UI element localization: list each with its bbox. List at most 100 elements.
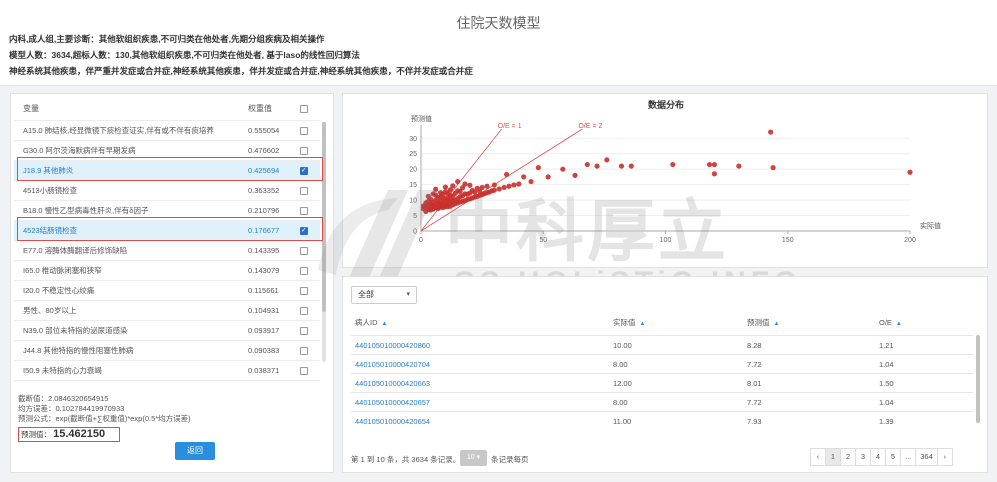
scatter-point: [736, 163, 742, 169]
scatter-point: [496, 186, 502, 192]
page-button[interactable]: 5: [885, 448, 901, 466]
chevron-down-icon: ▾: [406, 291, 410, 298]
predicted-value: 7.93: [747, 417, 762, 426]
table-row: 440105010000420663 12.00 8.01 1.50: [351, 373, 973, 392]
variable-name: E77.0 溶酶体酶翻译后修饰缺陷: [23, 246, 128, 255]
variable-checkbox[interactable]: [300, 127, 308, 135]
variable-panel: 变量 权重值 A15.0 肺结核,经显微镜下痰检查证实,伴有或不伴有痰培养 0.5…: [10, 93, 334, 473]
variable-name: I50.9 未特指的心力衰竭: [23, 366, 102, 375]
variable-row[interactable]: J44.8 其他特指的慢性阻塞性肺病 0.090383: [14, 340, 320, 360]
prediction-box: 预测值： 15.462150: [18, 427, 120, 442]
scatter-point: [711, 161, 717, 168]
page-title: 住院天数模型: [456, 15, 541, 31]
col-header-predicted[interactable]: 预测值 ▲: [747, 313, 779, 333]
page-button[interactable]: ›: [936, 448, 953, 466]
scatter-point: [711, 171, 717, 177]
prediction-label: 预测值：: [21, 430, 51, 439]
variable-checkbox[interactable]: [300, 327, 308, 335]
actual-value: 10.00: [613, 341, 632, 350]
variable-checkbox[interactable]: [300, 347, 308, 355]
page-button[interactable]: 4: [870, 448, 886, 466]
variable-row[interactable]: E77.0 溶酶体酶翻译后修饰缺陷 0.143395: [14, 240, 320, 260]
variable-weight: 0.104931: [248, 306, 280, 315]
pagination-info: 第 1 到 10 条，共 3634 条记录。: [351, 455, 461, 464]
patient-id-link[interactable]: 440105010000420860: [355, 336, 430, 355]
variable-row[interactable]: 男性、51-65岁 0.103602: [14, 380, 320, 386]
scatter-point: [594, 163, 600, 169]
page-button[interactable]: 364: [915, 448, 938, 466]
variable-weight: 0.090383: [248, 346, 280, 355]
variable-table: 变量 权重值 A15.0 肺结核,经显微镜下痰检查证实,伴有或不伴有痰培养 0.5…: [14, 98, 332, 386]
y-tick-label: 25: [409, 151, 417, 158]
scatter-point: [467, 182, 473, 188]
variable-row[interactable]: 男性、80岁以上 0.104931: [14, 300, 320, 320]
scatter-point: [521, 174, 527, 180]
col-header-patient-id[interactable]: 病人ID ▲: [355, 313, 387, 333]
variable-checkbox[interactable]: [300, 247, 308, 255]
y-tick-label: 20: [409, 167, 417, 174]
variable-row[interactable]: I50.9 未特指的心力衰竭 0.038371: [14, 360, 320, 380]
highlight-box-j18: [17, 157, 323, 181]
scatter-point: [450, 183, 456, 189]
actual-value: 11.00: [613, 417, 632, 426]
select-all-checkbox[interactable]: [300, 105, 308, 113]
variable-checkbox[interactable]: [300, 307, 308, 315]
variable-row[interactable]: A15.0 肺结核,经显微镜下痰检查证实,伴有或不伴有痰培养 0.555054: [14, 120, 320, 140]
scatter-point: [491, 187, 497, 193]
patient-id-link[interactable]: 440105010000420704: [355, 355, 430, 374]
reference-line-label: O/E = 1: [498, 123, 522, 130]
table-scrollbar[interactable]: [976, 335, 980, 423]
col-header-actual[interactable]: 实际值 ▲: [613, 313, 645, 333]
scatter-point: [604, 157, 610, 163]
variable-checkbox[interactable]: [300, 267, 308, 275]
scatter-point: [506, 183, 512, 189]
page-size-select[interactable]: 10 ▾: [460, 450, 487, 466]
variable-row[interactable]: I65.0 椎动脉闭塞和狭窄 0.143079: [14, 260, 320, 280]
scatter-point: [491, 182, 497, 188]
variable-weight: 0.093917: [248, 326, 280, 335]
variable-row[interactable]: 4513小肠镜检查 0.363352: [14, 180, 320, 200]
variable-checkbox[interactable]: [300, 187, 308, 195]
scatter-point: [545, 174, 551, 180]
scatter-point: [528, 178, 534, 185]
variable-weight: 0.143395: [248, 246, 280, 255]
predicted-value: 8.01: [747, 379, 762, 388]
page-button[interactable]: ‹: [810, 448, 826, 466]
patient-id-link[interactable]: 440105010000420654: [355, 412, 430, 431]
predicted-value: 8.28: [747, 341, 762, 350]
variable-checkbox[interactable]: [300, 147, 308, 155]
variable-name: 4513小肠镜检查: [23, 186, 78, 195]
scatter-point: [503, 171, 510, 178]
page-button[interactable]: 2: [840, 448, 856, 466]
filter-select-value: 全部: [358, 290, 374, 299]
col-header-oe[interactable]: O/E ▲: [879, 313, 902, 333]
variable-checkbox[interactable]: [300, 367, 308, 375]
scatter-point: [560, 166, 566, 172]
page-button[interactable]: 1: [825, 448, 841, 466]
variable-checkbox[interactable]: [300, 287, 308, 295]
variable-name: I65.0 椎动脉闭塞和狭窄: [23, 266, 102, 275]
variable-name: I20.0 不稳定性心绞痛: [23, 286, 95, 295]
variable-checkbox[interactable]: [300, 207, 308, 215]
variable-weight: 0.103602: [248, 381, 279, 386]
x-tick-label: 200: [904, 237, 916, 244]
patient-id-link[interactable]: 440105010000420663: [355, 374, 430, 393]
page-button[interactable]: ...: [900, 448, 917, 466]
back-button[interactable]: 返回: [175, 442, 215, 460]
patient-id-link[interactable]: 440105010000420657: [355, 393, 430, 412]
variable-name: A15.0 肺结核,经显微镜下痰检查证实,伴有或不伴有痰培养: [23, 126, 214, 135]
variable-row[interactable]: N39.0 部位未特指的泌尿道感染 0.093917: [14, 320, 320, 340]
scatter-point: [572, 172, 578, 178]
oe-value: 1.04: [879, 360, 894, 369]
filter-select[interactable]: 全部 ▾: [351, 286, 417, 304]
page-button[interactable]: 3: [855, 448, 871, 466]
actual-value: 12.00: [613, 379, 632, 388]
variable-weight: 0.038371: [248, 366, 280, 375]
scatter-point: [516, 181, 522, 187]
sort-icon: ▲: [773, 321, 780, 327]
actual-value: 8.00: [613, 360, 628, 369]
weight-column-header: 权重值: [248, 104, 272, 113]
table-row: 440105010000420860 10.00 8.28 1.21: [351, 335, 973, 354]
model-info-line-3: 神经系统其他疾患，伴严重并发症或合并症,神经系统其他疾患，伴并发症或合并症,神经…: [9, 66, 473, 76]
variable-row[interactable]: I20.0 不稳定性心绞痛 0.115661: [14, 280, 320, 300]
